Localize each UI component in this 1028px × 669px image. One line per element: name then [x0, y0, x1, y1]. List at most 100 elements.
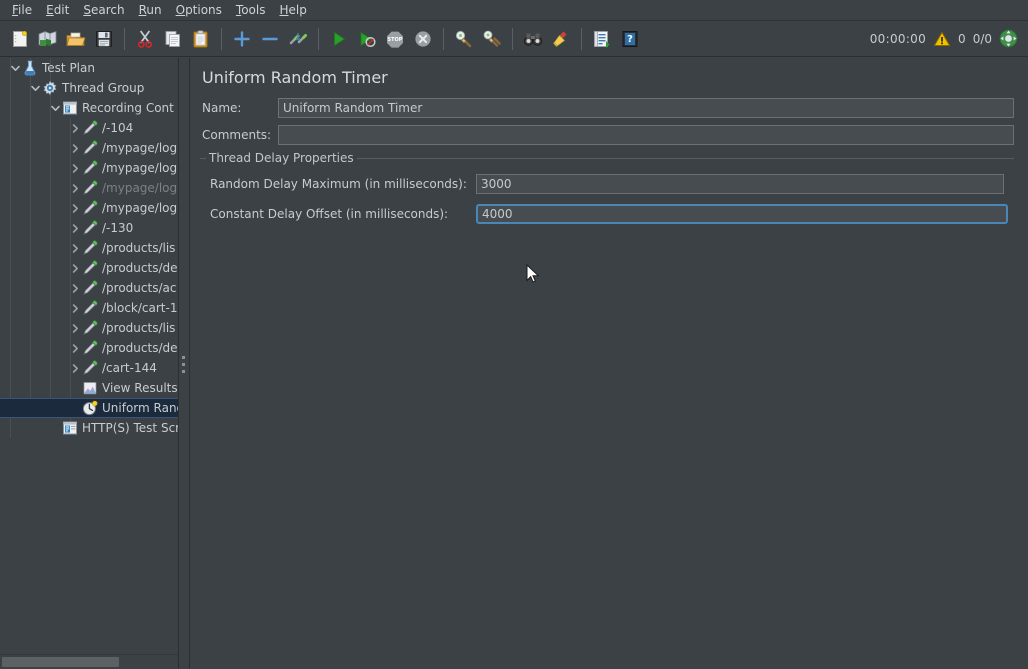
menu-tools[interactable]: Tools [229, 1, 273, 20]
split-divider-grip[interactable] [182, 356, 186, 377]
tree-twisty-1[interactable] [28, 81, 42, 95]
tree-item-4[interactable]: /mypage/log [0, 138, 178, 158]
collapse-all-icon[interactable] [257, 26, 283, 52]
toolbar-separator-3 [318, 27, 319, 50]
tree-twisty-10[interactable] [68, 261, 82, 275]
comments-input[interactable] [278, 125, 1014, 145]
tree-twisty-15[interactable] [68, 361, 82, 375]
constant-delay-offset-row: Constant Delay Offset (in milliseconds): [200, 204, 1014, 224]
menu-run[interactable]: Run [132, 1, 169, 20]
tree-item-7[interactable]: /mypage/log [0, 198, 178, 218]
tree-twisty-7[interactable] [68, 201, 82, 215]
tree-twisty-3[interactable] [68, 121, 82, 135]
tree-item-13[interactable]: /products/lis [0, 318, 178, 338]
search-icon[interactable] [520, 26, 546, 52]
tree-horizontal-scrollbar[interactable] [0, 654, 178, 669]
tree-twisty-12[interactable] [68, 301, 82, 315]
http-sampler-icon [82, 180, 98, 196]
help-icon[interactable]: ? [617, 26, 643, 52]
http-sampler-icon [82, 160, 98, 176]
tree-item-12[interactable]: /block/cart-1 [0, 298, 178, 318]
svg-text:STOP: STOP [388, 37, 403, 43]
menu-file[interactable]: File [5, 1, 39, 20]
tree-twisty-5[interactable] [68, 161, 82, 175]
tree-item-1[interactable]: Thread Group [0, 78, 178, 98]
tree-twisty-9[interactable] [68, 241, 82, 255]
tree-item-9[interactable]: /products/lis [0, 238, 178, 258]
tree-twisty-0[interactable] [8, 61, 22, 75]
toolbar-separator-4 [443, 27, 444, 50]
http-sampler-icon [82, 220, 98, 236]
tree-item-18[interactable]: HTTP(S) Test Scrip [0, 418, 178, 438]
menu-options[interactable]: Options [169, 1, 229, 20]
tree-scroll-viewport[interactable]: Test Plan Thread Group Recording Cont /-104… [0, 58, 178, 655]
name-input[interactable] [278, 98, 1014, 118]
group-title: Thread Delay Properties [206, 152, 357, 165]
tree-item-label-3: /-104 [102, 121, 134, 135]
templates-icon[interactable] [35, 26, 61, 52]
tree-item-label-5: /mypage/log [102, 161, 178, 175]
split-divider[interactable] [179, 58, 190, 669]
tree-twisty-8[interactable] [68, 221, 82, 235]
tree-item-label-1: Thread Group [62, 81, 145, 95]
tree-twisty-6[interactable] [68, 181, 82, 195]
function-helper-icon[interactable] [589, 26, 615, 52]
copy-icon[interactable] [160, 26, 186, 52]
test-plan-tree-panel: Test Plan Thread Group Recording Cont /-104… [0, 58, 179, 669]
tree-item-5[interactable]: /mypage/log [0, 158, 178, 178]
tree-twisty-11[interactable] [68, 281, 82, 295]
warning-triangle-icon[interactable] [933, 30, 951, 47]
clear-icon[interactable] [451, 26, 477, 52]
tree-item-label-13: /products/lis [102, 321, 176, 335]
tree-item-0[interactable]: Test Plan [0, 58, 178, 78]
expand-all-icon[interactable] [229, 26, 255, 52]
tree-item-16[interactable]: View Results in [0, 378, 178, 398]
tree-item-3[interactable]: /-104 [0, 118, 178, 138]
tree-item-8[interactable]: /-130 [0, 218, 178, 238]
tree-twisty-16 [68, 381, 82, 395]
menu-edit[interactable]: Edit [39, 1, 76, 20]
open-icon[interactable] [63, 26, 89, 52]
tree-item-label-2: Recording Cont [82, 101, 174, 115]
tree-item-10[interactable]: /products/de [0, 258, 178, 278]
start-icon[interactable] [326, 26, 352, 52]
save-icon[interactable] [91, 26, 117, 52]
constant-delay-offset-input[interactable] [476, 204, 1008, 224]
tree-scrollbar-thumb[interactable] [2, 657, 119, 667]
tree-twisty-14[interactable] [68, 341, 82, 355]
paste-icon[interactable] [188, 26, 214, 52]
random-delay-maximum-row: Random Delay Maximum (in milliseconds): [200, 174, 1014, 194]
menu-help[interactable]: Help [273, 1, 314, 20]
tree-twisty-4[interactable] [68, 141, 82, 155]
tree-item-15[interactable]: /cart-144 [0, 358, 178, 378]
shutdown-icon[interactable] [410, 26, 436, 52]
tree-item-6[interactable]: /mypage/log [0, 178, 178, 198]
svg-text:?: ? [627, 34, 633, 45]
new-icon[interactable] [7, 26, 33, 52]
random-delay-maximum-input[interactable] [476, 174, 1004, 194]
http-sampler-icon [82, 140, 98, 156]
remote-engine-icon[interactable] [999, 29, 1018, 48]
tree-item-label-9: /products/lis [102, 241, 176, 255]
search-reset-icon[interactable] [548, 26, 574, 52]
tree-item-17[interactable]: Uniform Randor [0, 398, 178, 418]
tree-rows: Test Plan Thread Group Recording Cont /-104… [0, 58, 178, 438]
tree-item-2[interactable]: Recording Cont [0, 98, 178, 118]
tree-item-label-17: Uniform Randor [102, 401, 178, 415]
clear-all-icon[interactable] [479, 26, 505, 52]
tree-twisty-13[interactable] [68, 321, 82, 335]
tree-item-14[interactable]: /products/de [0, 338, 178, 358]
thread-group-icon [42, 80, 58, 96]
recording-controller-icon [62, 100, 78, 116]
http-sampler-icon [82, 360, 98, 376]
http-sampler-icon [82, 340, 98, 356]
stop-icon[interactable]: STOP [382, 26, 408, 52]
tree-twisty-2[interactable] [48, 101, 62, 115]
menu-search[interactable]: Search [76, 1, 131, 20]
cut-icon[interactable] [132, 26, 158, 52]
tree-item-label-4: /mypage/log [102, 141, 178, 155]
constant-delay-offset-label: Constant Delay Offset (in milliseconds): [210, 207, 449, 221]
toggle-icon[interactable] [285, 26, 311, 52]
start-no-pauses-icon[interactable] [354, 26, 380, 52]
tree-item-11[interactable]: /products/ac [0, 278, 178, 298]
